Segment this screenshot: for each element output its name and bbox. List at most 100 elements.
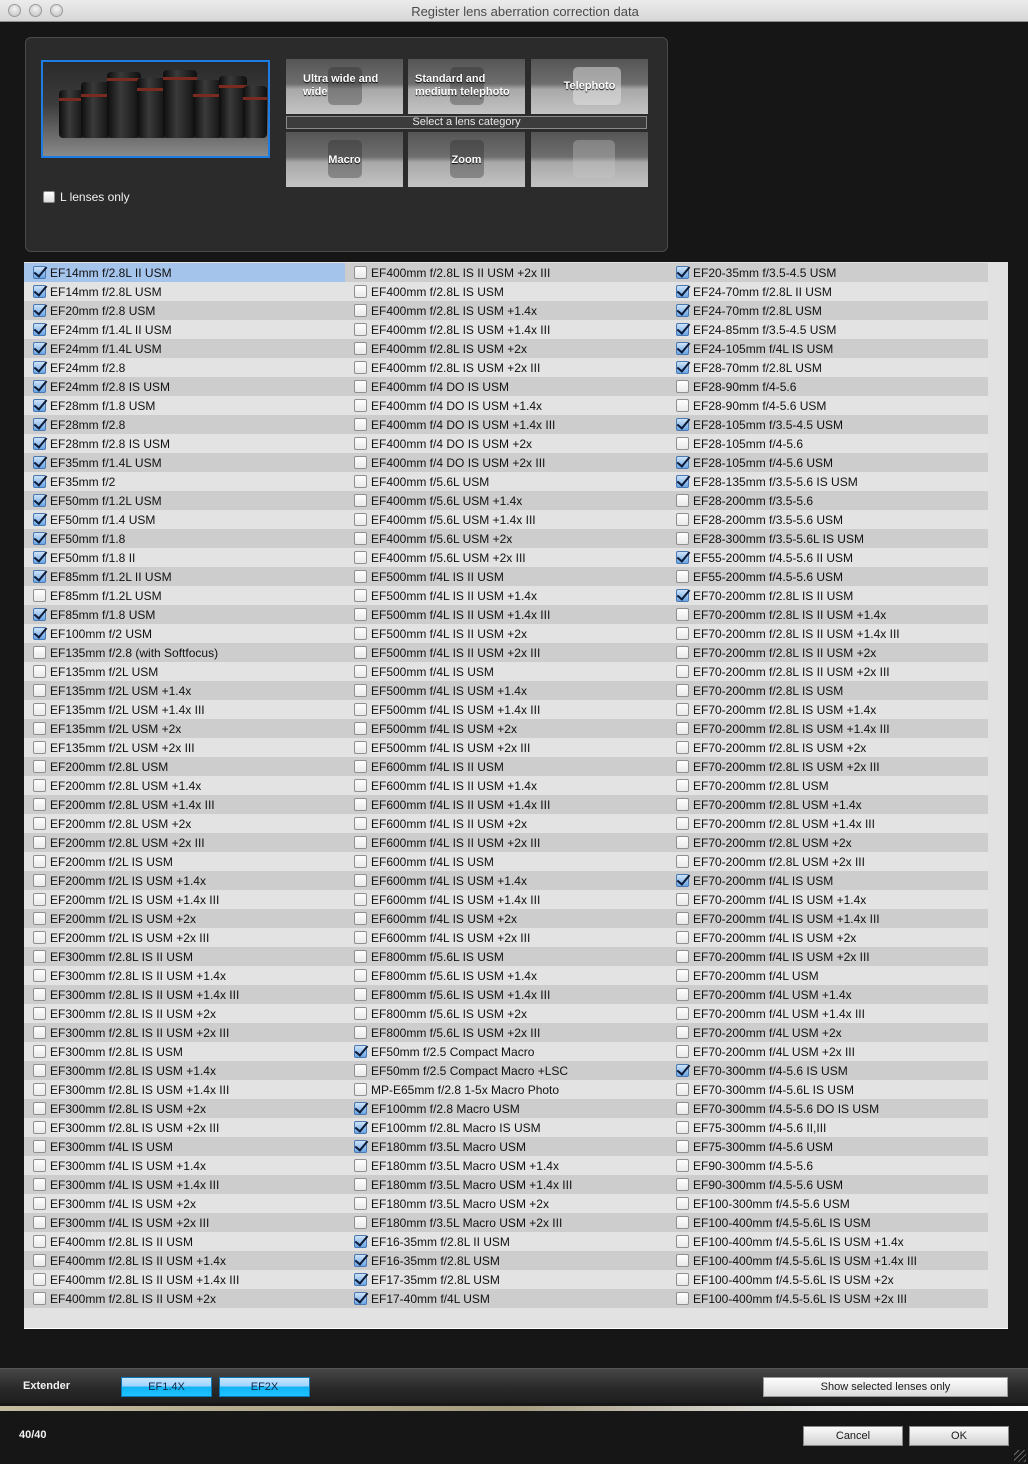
lens-item[interactable]: EF600mm f/4L IS USM +2x <box>345 909 667 928</box>
lens-item[interactable]: EF400mm f/2.8L IS USM <box>345 282 667 301</box>
lens-item[interactable]: EF20-35mm f/3.5-4.5 USM <box>667 263 988 282</box>
checkbox-unchecked-icon[interactable] <box>354 760 367 773</box>
checkbox-checked-icon[interactable] <box>354 1045 367 1058</box>
checkbox-checked-icon[interactable] <box>676 304 689 317</box>
lens-item[interactable]: EF600mm f/4L IS USM +1.4x III <box>345 890 667 909</box>
lens-item[interactable]: EF300mm f/4L IS USM +2x <box>24 1194 345 1213</box>
checkbox-unchecked-icon[interactable] <box>33 1254 46 1267</box>
category-ultra-wide[interactable]: Ultra wide and wide <box>286 59 403 114</box>
checkbox-checked-icon[interactable] <box>354 1121 367 1134</box>
checkbox-unchecked-icon[interactable] <box>354 798 367 811</box>
checkbox-checked-icon[interactable] <box>676 361 689 374</box>
lens-item[interactable]: EF70-200mm f/2.8L IS USM +2x <box>667 738 988 757</box>
lens-item[interactable]: EF400mm f/2.8L IS II USM <box>24 1232 345 1251</box>
checkbox-unchecked-icon[interactable] <box>33 931 46 944</box>
lens-item[interactable]: EF500mm f/4L IS USM +2x <box>345 719 667 738</box>
checkbox-unchecked-icon[interactable] <box>33 1216 46 1229</box>
lens-item[interactable]: EF135mm f/2.8 (with Softfocus) <box>24 643 345 662</box>
checkbox-unchecked-icon[interactable] <box>33 950 46 963</box>
cancel-button[interactable]: Cancel <box>803 1426 903 1446</box>
checkbox-unchecked-icon[interactable] <box>33 988 46 1001</box>
checkbox-checked-icon[interactable] <box>676 456 689 469</box>
checkbox-unchecked-icon[interactable] <box>33 722 46 735</box>
lens-item[interactable]: EF24mm f/1.4L USM <box>24 339 345 358</box>
checkbox-unchecked-icon[interactable] <box>33 1273 46 1286</box>
checkbox-unchecked-icon[interactable] <box>354 703 367 716</box>
lens-item[interactable]: EF50mm f/2.5 Compact Macro +LSC <box>345 1061 667 1080</box>
lens-item[interactable]: EF24mm f/2.8 IS USM <box>24 377 345 396</box>
lens-item[interactable]: EF400mm f/2.8L IS II USM +1.4x III <box>24 1270 345 1289</box>
checkbox-unchecked-icon[interactable] <box>354 1064 367 1077</box>
lens-item[interactable]: EF300mm f/2.8L IS USM +1.4x III <box>24 1080 345 1099</box>
checkbox-checked-icon[interactable] <box>354 1273 367 1286</box>
checkbox-unchecked-icon[interactable] <box>354 494 367 507</box>
checkbox-unchecked-icon[interactable] <box>676 1026 689 1039</box>
category-zoom[interactable]: Zoom <box>408 132 525 187</box>
lens-item[interactable]: EF70-200mm f/2.8L USM +2x <box>667 833 988 852</box>
lens-item[interactable]: EF100-300mm f/4.5-5.6 USM <box>667 1194 988 1213</box>
checkbox-unchecked-icon[interactable] <box>354 342 367 355</box>
checkbox-checked-icon[interactable] <box>33 285 46 298</box>
lens-item[interactable]: EF28-300mm f/3.5-5.6L IS USM <box>667 529 988 548</box>
checkbox-unchecked-icon[interactable] <box>354 1083 367 1096</box>
extender-ef14x-button[interactable]: EF1.4X <box>121 1377 212 1397</box>
lens-item[interactable]: EF200mm f/2.8L USM +1.4x <box>24 776 345 795</box>
lens-item[interactable]: EF20mm f/2.8 USM <box>24 301 345 320</box>
checkbox-unchecked-icon[interactable] <box>33 1045 46 1058</box>
checkbox-unchecked-icon[interactable] <box>354 931 367 944</box>
lens-item[interactable]: EF90-300mm f/4.5-5.6 USM <box>667 1175 988 1194</box>
lens-item[interactable]: EF70-200mm f/4L IS USM +1.4x <box>667 890 988 909</box>
lens-item[interactable]: EF600mm f/4L IS II USM +2x <box>345 814 667 833</box>
checkbox-unchecked-icon[interactable] <box>354 323 367 336</box>
checkbox-unchecked-icon[interactable] <box>354 399 367 412</box>
extender-ef2x-button[interactable]: EF2X <box>219 1377 310 1397</box>
checkbox-unchecked-icon[interactable] <box>676 931 689 944</box>
checkbox-unchecked-icon[interactable] <box>354 589 367 602</box>
checkbox-unchecked-icon[interactable] <box>676 1007 689 1020</box>
checkbox-unchecked-icon[interactable] <box>354 741 367 754</box>
lens-item[interactable]: EF70-300mm f/4-5.6 IS USM <box>667 1061 988 1080</box>
lens-item[interactable]: EF180mm f/3.5L Macro USM +1.4x <box>345 1156 667 1175</box>
lens-item[interactable]: EF28-70mm f/2.8L USM <box>667 358 988 377</box>
checkbox-unchecked-icon[interactable] <box>354 1026 367 1039</box>
checkbox-unchecked-icon[interactable] <box>33 1159 46 1172</box>
category-telephoto[interactable]: Telephoto <box>531 59 648 114</box>
checkbox-unchecked-icon[interactable] <box>33 665 46 678</box>
lens-item[interactable]: EF400mm f/4 DO IS USM +2x <box>345 434 667 453</box>
lens-item[interactable]: EF300mm f/4L IS USM <box>24 1137 345 1156</box>
lens-item[interactable]: EF400mm f/4 DO IS USM +2x III <box>345 453 667 472</box>
lens-item[interactable]: EF28mm f/1.8 USM <box>24 396 345 415</box>
lens-item[interactable]: EF400mm f/5.6L USM +2x <box>345 529 667 548</box>
checkbox-unchecked-icon[interactable] <box>33 741 46 754</box>
lens-item[interactable]: EF100-400mm f/4.5-5.6L IS USM +2x III <box>667 1289 988 1308</box>
lens-item[interactable]: EF180mm f/3.5L Macro USM <box>345 1137 667 1156</box>
lens-item[interactable]: EF70-200mm f/4L USM +1.4x III <box>667 1004 988 1023</box>
lens-item[interactable]: EF70-200mm f/2.8L IS USM +1.4x <box>667 700 988 719</box>
checkbox-unchecked-icon[interactable] <box>676 912 689 925</box>
checkbox-unchecked-icon[interactable] <box>33 1007 46 1020</box>
checkbox-unchecked-icon[interactable] <box>354 456 367 469</box>
lens-item[interactable]: EF500mm f/4L IS II USM <box>345 567 667 586</box>
lens-item[interactable]: EF24-70mm f/2.8L USM <box>667 301 988 320</box>
checkbox-checked-icon[interactable] <box>33 532 46 545</box>
checkbox-unchecked-icon[interactable] <box>33 703 46 716</box>
lens-item[interactable]: EF24mm f/1.4L II USM <box>24 320 345 339</box>
checkbox-unchecked-icon[interactable] <box>33 760 46 773</box>
lens-item[interactable]: EF35mm f/2 <box>24 472 345 491</box>
checkbox-unchecked-icon[interactable] <box>33 1140 46 1153</box>
lens-item[interactable]: EF70-200mm f/4L USM <box>667 966 988 985</box>
checkbox-checked-icon[interactable] <box>33 342 46 355</box>
checkbox-checked-icon[interactable] <box>33 570 46 583</box>
checkbox-unchecked-icon[interactable] <box>676 741 689 754</box>
checkbox-unchecked-icon[interactable] <box>676 1045 689 1058</box>
lens-item[interactable]: EF200mm f/2.8L USM +2x III <box>24 833 345 852</box>
lens-item[interactable]: EF70-200mm f/2.8L USM +1.4x III <box>667 814 988 833</box>
checkbox-unchecked-icon[interactable] <box>676 513 689 526</box>
lens-item[interactable]: EF800mm f/5.6L IS USM <box>345 947 667 966</box>
checkbox-checked-icon[interactable] <box>33 551 46 564</box>
checkbox-unchecked-icon[interactable] <box>676 1159 689 1172</box>
lens-item[interactable]: EF300mm f/4L IS USM +1.4x III <box>24 1175 345 1194</box>
checkbox-unchecked-icon[interactable] <box>354 912 367 925</box>
checkbox-unchecked-icon[interactable] <box>676 1197 689 1210</box>
checkbox-checked-icon[interactable] <box>33 304 46 317</box>
